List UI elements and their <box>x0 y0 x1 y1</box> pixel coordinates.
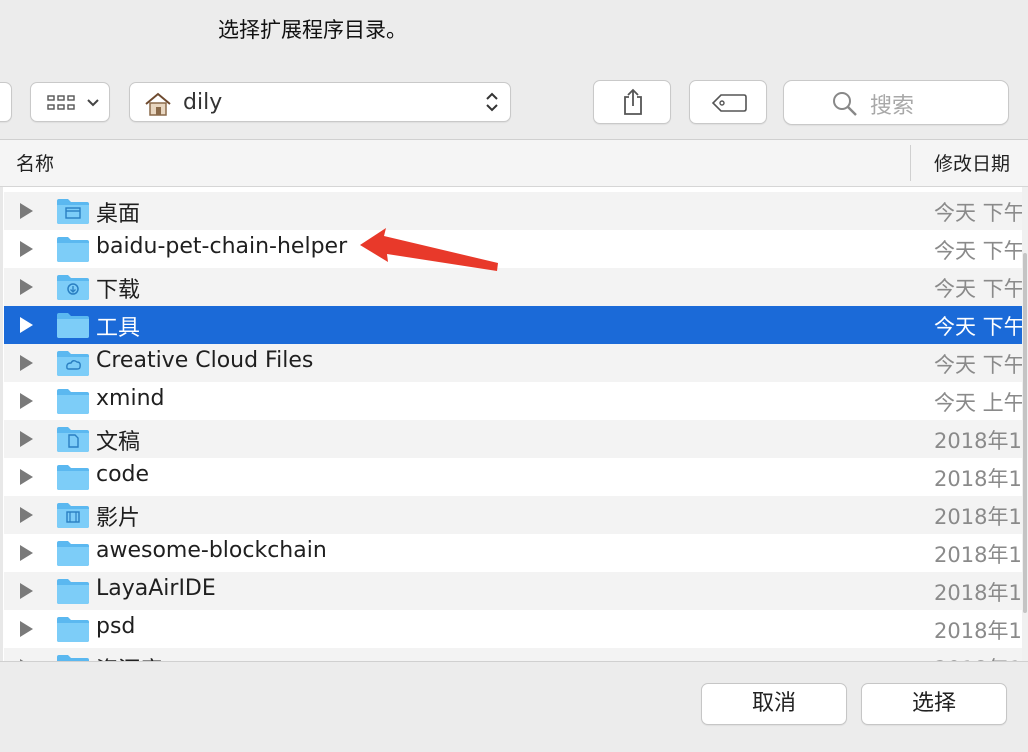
view-options-button[interactable] <box>30 82 110 122</box>
file-date: 今天 下午 <box>934 353 1022 377</box>
folder-icon <box>56 311 90 343</box>
share-icon <box>624 88 642 115</box>
disclosure-triangle-icon[interactable] <box>20 621 33 637</box>
file-name: 下载 <box>96 278 141 303</box>
column-divider[interactable] <box>910 145 911 181</box>
disclosure-triangle-icon[interactable] <box>20 355 33 371</box>
choose-button[interactable]: 选择 <box>861 683 1007 725</box>
file-date: 今天 上午 <box>934 391 1022 415</box>
location-popup[interactable]: dily <box>129 82 511 122</box>
file-row[interactable]: 工具 今天 下午 <box>4 306 1022 344</box>
prompt-text: 选择扩展程序目录。 <box>218 18 407 42</box>
up-down-chevron-icon <box>486 92 498 112</box>
documents-folder-icon <box>56 425 90 457</box>
file-row[interactable]: 下载 今天 下午 <box>4 268 1022 306</box>
file-row[interactable]: 影片 2018年1 <box>4 496 1022 534</box>
disclosure-triangle-icon[interactable] <box>20 393 33 409</box>
file-date: 今天 下午 <box>934 277 1022 301</box>
disclosure-triangle-icon[interactable] <box>20 507 33 523</box>
sidebar-toggle-button[interactable] <box>0 82 12 122</box>
file-name: awesome-blockchain <box>96 538 327 563</box>
column-header-bar: 名称 修改日期 <box>0 140 1028 187</box>
downloads-folder-icon <box>56 273 90 305</box>
file-row[interactable]: 资源库2018年1 <box>4 648 1022 662</box>
disclosure-triangle-icon[interactable] <box>20 469 33 485</box>
file-row[interactable]: LayaAirIDE 2018年1 <box>4 572 1022 610</box>
file-name: Creative Cloud Files <box>96 348 314 373</box>
file-name: 工具 <box>96 316 141 341</box>
file-row[interactable]: psd 2018年1 <box>4 610 1022 648</box>
file-row[interactable]: 桌面 今天 下午 <box>4 192 1022 230</box>
file-row[interactable]: baidu-pet-chain-helper 今天 下午 <box>4 230 1022 268</box>
grid-view-icon <box>47 95 75 110</box>
footer-divider <box>0 661 1028 662</box>
folder-icon <box>56 539 90 571</box>
cancel-button[interactable]: 取消 <box>701 683 847 725</box>
file-date: 2018年1 <box>934 429 1022 453</box>
file-list[interactable]: 名称 修改日期 桌面 今天 下午 baidu-pet-chain-helper 今天 … <box>0 139 1028 662</box>
file-row[interactable]: 文稿 2018年1 <box>4 420 1022 458</box>
creative-cloud-folder-icon <box>56 349 90 381</box>
disclosure-triangle-icon[interactable] <box>20 583 33 599</box>
disclosure-triangle-icon[interactable] <box>20 279 33 295</box>
file-name: code <box>96 462 150 487</box>
file-date: 2018年1 <box>934 581 1022 605</box>
folder-icon <box>56 463 90 495</box>
folder-icon <box>56 387 90 419</box>
file-date: 2018年1 <box>934 543 1022 567</box>
disclosure-triangle-icon[interactable] <box>20 317 33 333</box>
list-left-edge <box>0 187 3 662</box>
file-date: 今天 下午 <box>934 315 1022 339</box>
file-name: 文稿 <box>96 430 141 455</box>
location-label: dily <box>183 90 223 115</box>
file-name: xmind <box>96 386 165 411</box>
file-date: 2018年1 <box>934 619 1022 643</box>
home-icon <box>145 92 171 116</box>
file-name: baidu-pet-chain-helper <box>96 234 348 259</box>
folder-icon <box>56 577 90 609</box>
folder-icon <box>56 615 90 647</box>
search-icon <box>833 92 857 116</box>
search-placeholder: 搜索 <box>870 94 915 119</box>
file-date: 今天 下午 <box>934 201 1022 225</box>
folder-icon <box>56 235 90 267</box>
file-name: psd <box>96 614 136 639</box>
file-date: 2018年1 <box>934 467 1022 491</box>
chevron-down-icon <box>87 99 99 107</box>
file-name: 影片 <box>96 506 141 531</box>
disclosure-triangle-icon[interactable] <box>20 431 33 447</box>
file-row[interactable]: code 2018年1 <box>4 458 1022 496</box>
file-row[interactable]: xmind 今天 上午 <box>4 382 1022 420</box>
file-name: LayaAirIDE <box>96 576 216 601</box>
scrollbar-thumb[interactable] <box>1023 253 1027 613</box>
desktop-folder-icon <box>56 197 90 229</box>
movies-folder-icon <box>56 501 90 533</box>
tag-icon <box>711 94 747 112</box>
column-header-name[interactable]: 名称 <box>16 149 54 176</box>
file-row[interactable]: Creative Cloud Files 今天 下午 <box>4 344 1022 382</box>
file-name: 桌面 <box>96 202 141 227</box>
share-button[interactable] <box>593 80 671 124</box>
search-field[interactable]: 搜索 <box>783 80 1009 125</box>
tag-button[interactable] <box>689 80 767 124</box>
column-header-date[interactable]: 修改日期 <box>934 149 1010 176</box>
disclosure-triangle-icon[interactable] <box>20 241 33 257</box>
file-row[interactable]: awesome-blockchain 2018年1 <box>4 534 1022 572</box>
disclosure-triangle-icon[interactable] <box>20 203 33 219</box>
file-date: 2018年1 <box>934 505 1022 529</box>
disclosure-triangle-icon[interactable] <box>20 545 33 561</box>
file-date: 今天 下午 <box>934 239 1022 263</box>
